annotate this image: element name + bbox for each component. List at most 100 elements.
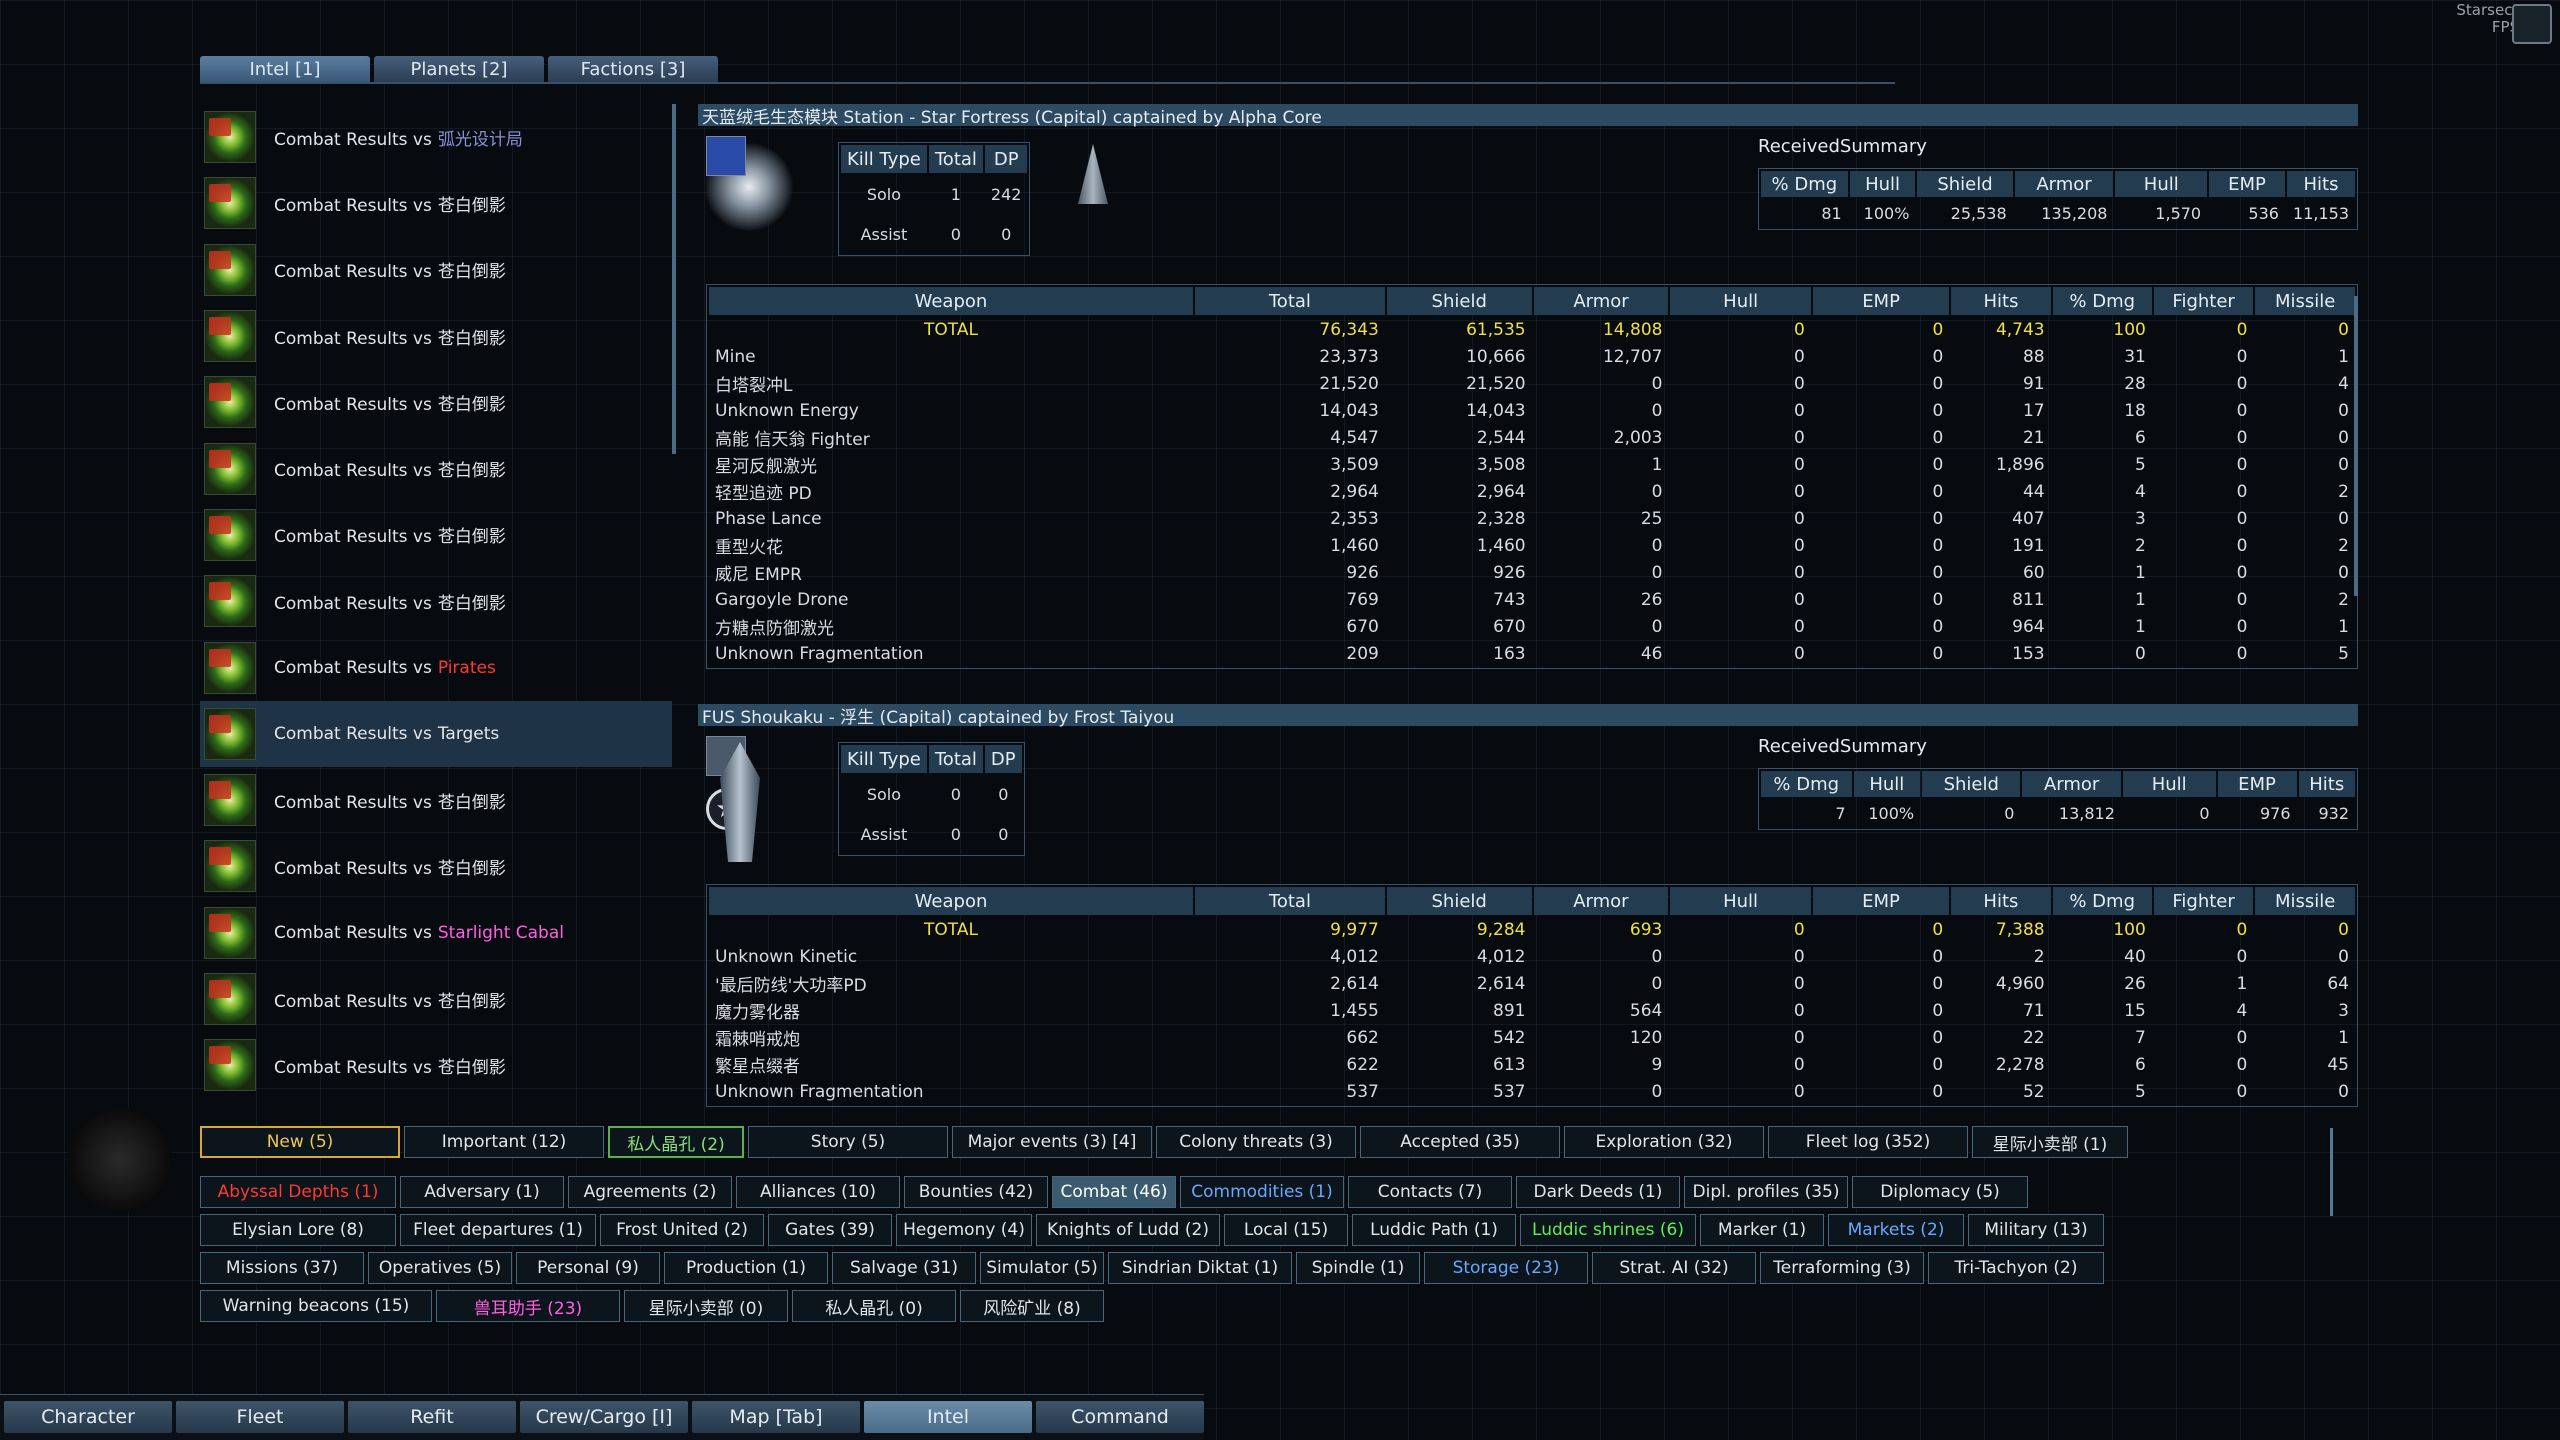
bottom-tab-intel[interactable]: Intel: [864, 1401, 1032, 1433]
weapon-column-header[interactable]: EMP: [1812, 887, 1950, 915]
filter-tab[interactable]: Storage (23): [1424, 1252, 1588, 1284]
results-scrollbar[interactable]: [2354, 296, 2358, 596]
intel-list-item[interactable]: Combat Results vs 苍白倒影: [200, 502, 672, 568]
filter-tab[interactable]: Spindle (1): [1296, 1252, 1420, 1284]
filter-tab[interactable]: Elysian Lore (8): [200, 1214, 396, 1246]
intel-list-item[interactable]: Combat Results vs 苍白倒影: [200, 1032, 672, 1098]
tab-factions[interactable]: Factions [3]: [548, 56, 718, 82]
filter-tab[interactable]: Knights of Ludd (2): [1036, 1214, 1220, 1246]
filter-tab[interactable]: 风险矿业 (8): [960, 1290, 1104, 1322]
filter-tab[interactable]: Fleet departures (1): [400, 1214, 596, 1246]
bottom-tab-refit[interactable]: Refit: [348, 1401, 516, 1433]
bottom-tab-command[interactable]: Command: [1036, 1401, 1204, 1433]
filter-tab[interactable]: Fleet log (352): [1768, 1126, 1968, 1158]
tab-intel[interactable]: Intel [1]: [200, 56, 370, 82]
weapon-column-header[interactable]: Missile: [2255, 287, 2355, 315]
filter-tab[interactable]: Diplomacy (5): [1852, 1176, 2028, 1208]
filter-tab[interactable]: New (5): [200, 1126, 400, 1158]
filter-tab[interactable]: Sindrian Diktat (1): [1108, 1252, 1292, 1284]
filter-tab[interactable]: Major events (3) [4]: [952, 1126, 1152, 1158]
intel-list-item[interactable]: Combat Results vs 苍白倒影: [200, 237, 672, 303]
intel-list-item[interactable]: Combat Results vs 苍白倒影: [200, 170, 672, 236]
filter-tab[interactable]: Story (5): [748, 1126, 948, 1158]
filter-tab[interactable]: Important (12): [404, 1126, 604, 1158]
filter-tab[interactable]: Markets (2): [1828, 1214, 1964, 1246]
filter-tab[interactable]: Commodities (1): [1180, 1176, 1344, 1208]
weapon-column-header[interactable]: Weapon: [709, 287, 1193, 315]
filter-tab[interactable]: Agreements (2): [568, 1176, 732, 1208]
filter-tab[interactable]: Salvage (31): [832, 1252, 976, 1284]
intel-list-item[interactable]: Combat Results vs 苍白倒影: [200, 568, 672, 634]
weapon-column-header[interactable]: Fighter: [2153, 287, 2254, 315]
weapon-column-header[interactable]: Weapon: [709, 887, 1194, 915]
weapon-column-header[interactable]: Shield: [1386, 287, 1532, 315]
filter-tab[interactable]: Military (13): [1968, 1214, 2104, 1246]
filter-tab[interactable]: Dark Deeds (1): [1516, 1176, 1680, 1208]
bottom-tab-fleet[interactable]: Fleet: [176, 1401, 344, 1433]
filter-tab[interactable]: Strat. AI (32): [1592, 1252, 1756, 1284]
filter-tab[interactable]: Accepted (35): [1360, 1126, 1560, 1158]
bottom-tab-crew[interactable]: Crew/Cargo [I]: [520, 1401, 688, 1433]
filter-tab[interactable]: 星际小卖部 (0): [624, 1290, 788, 1322]
filter-tab[interactable]: Hegemony (4): [896, 1214, 1032, 1246]
filter-tab[interactable]: Combat (46): [1052, 1176, 1176, 1208]
filter-tab[interactable]: Abyssal Depths (1): [200, 1176, 396, 1208]
weapon-column-header[interactable]: Missile: [2255, 887, 2355, 915]
filter-tab[interactable]: Terraforming (3): [1760, 1252, 1924, 1284]
weapon-column-header[interactable]: % Dmg: [2052, 887, 2152, 915]
filter-tab[interactable]: Marker (1): [1700, 1214, 1824, 1246]
intel-list-item[interactable]: Combat Results vs 弧光设计局: [200, 104, 672, 170]
bottom-tab-character[interactable]: Character: [4, 1401, 172, 1433]
intel-list-item[interactable]: Combat Results vs Pirates: [200, 634, 672, 700]
weapon-column-header[interactable]: Total: [1194, 287, 1385, 315]
filter-tab[interactable]: Exploration (32): [1564, 1126, 1764, 1158]
filter-tab[interactable]: Tri-Tachyon (2): [1928, 1252, 2104, 1284]
filter-tab[interactable]: Production (1): [664, 1252, 828, 1284]
intel-list-scrollbar[interactable]: [672, 104, 676, 454]
filter-tab[interactable]: Gates (39): [768, 1214, 892, 1246]
filter-tab[interactable]: 星际小卖部 (1): [1972, 1126, 2128, 1158]
weapon-column-header[interactable]: Hits: [1951, 287, 2051, 315]
intel-list-item[interactable]: Combat Results vs 苍白倒影: [200, 767, 672, 833]
weapon-column-header[interactable]: Hits: [1951, 887, 2051, 915]
intel-list-item[interactable]: Combat Results vs 苍白倒影: [200, 833, 672, 899]
filter-tab[interactable]: Local (15): [1224, 1214, 1348, 1246]
intel-list-item[interactable]: Combat Results vs 苍白倒影: [200, 303, 672, 369]
filter-tab[interactable]: Operatives (5): [368, 1252, 512, 1284]
weapon-column-header[interactable]: % Dmg: [2052, 287, 2152, 315]
weapon-column-header[interactable]: Armor: [1533, 287, 1669, 315]
filter-tab[interactable]: Missions (37): [200, 1252, 364, 1284]
filter-tab[interactable]: Warning beacons (15): [200, 1290, 432, 1322]
filter-tab[interactable]: Adversary (1): [400, 1176, 564, 1208]
screenshot-button[interactable]: [2512, 4, 2552, 44]
filter-tab[interactable]: Frost United (2): [600, 1214, 764, 1246]
filter-tab[interactable]: Personal (9): [516, 1252, 660, 1284]
filter-tab[interactable]: Luddic shrines (6): [1520, 1214, 1696, 1246]
weapon-column-header[interactable]: Fighter: [2153, 887, 2254, 915]
bottom-tab-map[interactable]: Map [Tab]: [692, 1401, 860, 1433]
filter-tab[interactable]: Luddic Path (1): [1352, 1214, 1516, 1246]
filter-tab[interactable]: Alliances (10): [736, 1176, 900, 1208]
filter-tab[interactable]: Bounties (42): [904, 1176, 1048, 1208]
filter-tab[interactable]: Contacts (7): [1348, 1176, 1512, 1208]
weapon-column-header[interactable]: Armor: [1533, 887, 1669, 915]
filter-scrollbar[interactable]: [2330, 1128, 2333, 1216]
filter-tab[interactable]: 兽耳助手 (23): [436, 1290, 620, 1322]
intel-list-item[interactable]: Combat Results vs 苍白倒影: [200, 435, 672, 501]
filter-tab[interactable]: Simulator (5): [980, 1252, 1104, 1284]
intel-list[interactable]: Combat Results vs 弧光设计局 Combat Results vs 苍…: [200, 104, 672, 1110]
weapon-column-header[interactable]: Hull: [1670, 287, 1811, 315]
filter-tab[interactable]: 私人晶孔 (2): [608, 1126, 744, 1158]
intel-list-item[interactable]: Combat Results vs 苍白倒影: [200, 966, 672, 1032]
weapon-column-header[interactable]: Total: [1195, 887, 1385, 915]
weapon-column-header[interactable]: Hull: [1670, 887, 1811, 915]
tab-planets[interactable]: Planets [2]: [374, 56, 544, 82]
weapon-column-header[interactable]: EMP: [1812, 287, 1950, 315]
filter-tab[interactable]: Colony threats (3): [1156, 1126, 1356, 1158]
intel-list-item[interactable]: Combat Results vs 苍白倒影: [200, 369, 672, 435]
intel-list-item[interactable]: Combat Results vs Starlight Cabal: [200, 900, 672, 966]
filter-tab[interactable]: 私人晶孔 (0): [792, 1290, 956, 1322]
intel-list-item[interactable]: Combat Results vs Targets: [200, 700, 672, 767]
filter-tab[interactable]: Dipl. profiles (35): [1684, 1176, 1848, 1208]
weapon-column-header[interactable]: Shield: [1386, 887, 1532, 915]
